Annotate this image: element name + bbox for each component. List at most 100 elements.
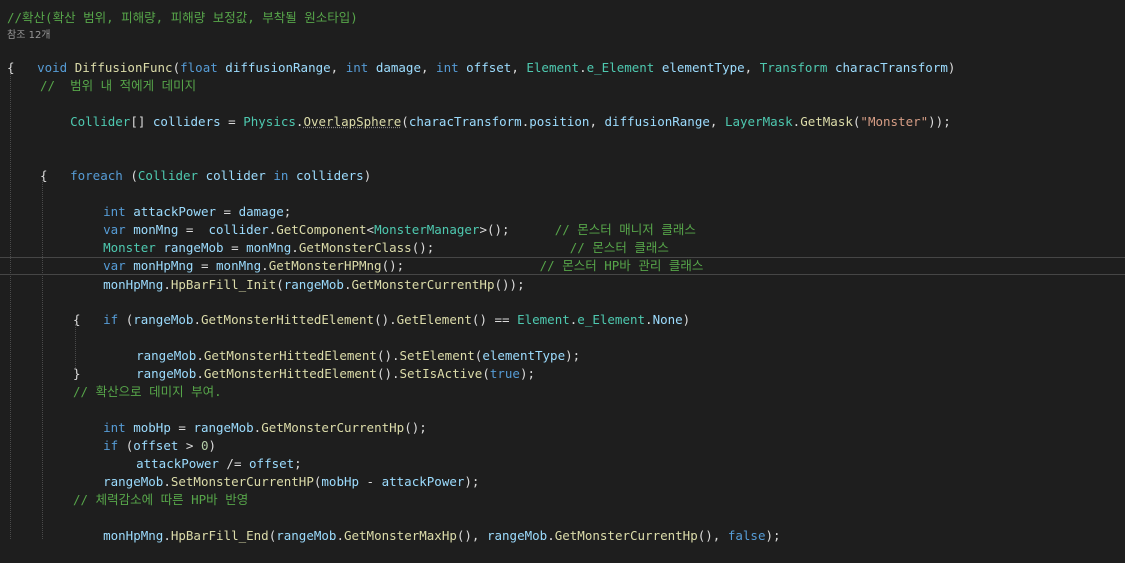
tok: . xyxy=(193,312,201,327)
tok: characTransform xyxy=(408,114,522,129)
code-line-if-offset[interactable]: if (offset > 0) xyxy=(73,419,216,453)
method-summary-comment: //확산(확산 범위, 피해량, 피해량 보정값, 부착될 원소타입) xyxy=(7,10,358,25)
tok: // 확산으로 데미지 부여. xyxy=(73,384,222,399)
tok: GetMask xyxy=(800,114,853,129)
tok: Physics xyxy=(243,114,296,129)
tok: rangeMob xyxy=(136,366,197,381)
tok: GetMonsterCurrentHp xyxy=(554,528,698,543)
tok: ( xyxy=(401,114,409,129)
tok: [] xyxy=(130,114,153,129)
tok: DiffusionFunc xyxy=(74,60,173,75)
code-line-monmng[interactable]: var monMng = collider.GetComponent<Monst… xyxy=(73,203,696,237)
tok: Transform xyxy=(759,60,828,75)
tok: . xyxy=(163,277,171,292)
code-editor[interactable]: //확산(확산 범위, 피해량, 피해량 보정값, 부착될 원소타입) 참조 1… xyxy=(0,0,1125,543)
code-line-setcurrenthp[interactable]: rangeMob.SetMonsterCurrentHP(mobHp - att… xyxy=(73,455,479,489)
code-line-comment[interactable]: // 체력감소에 따른 HP바 반영 xyxy=(73,491,248,509)
tok: } xyxy=(73,366,81,381)
tok: collider xyxy=(205,168,266,183)
tok: , xyxy=(709,114,725,129)
code-line-foreach[interactable]: foreach (Collider collider in colliders) xyxy=(40,149,371,183)
tok: damage xyxy=(375,60,421,75)
code-line-rangemob[interactable]: Monster rangeMob = monMng.GetMonsterClas… xyxy=(73,221,669,255)
tok: { xyxy=(40,168,48,183)
code-line-mobhp[interactable]: int mobHp = rangeMob.GetMonsterCurrentHp… xyxy=(73,401,427,435)
tok: (). xyxy=(376,366,400,381)
tok xyxy=(67,60,75,75)
tok: ( xyxy=(482,366,490,381)
tok: . xyxy=(343,277,352,292)
code-line-if-element[interactable]: if (rangeMob.GetMonsterHittedElement().G… xyxy=(73,293,690,327)
tok xyxy=(654,60,662,75)
tok: Element xyxy=(517,312,570,327)
tok: ); xyxy=(565,348,581,363)
tok: , xyxy=(420,60,437,75)
tok: e_Element xyxy=(586,60,655,75)
tok: . xyxy=(579,60,587,75)
tok: , xyxy=(744,60,760,75)
code-line-method-signature[interactable]: void DiffusionFunc(float diffusionRange,… xyxy=(7,41,955,75)
tok xyxy=(198,168,206,183)
tok: colliders xyxy=(295,168,364,183)
tok: HpBarFill_Init xyxy=(170,277,277,292)
tok: ); xyxy=(765,528,781,543)
tok: rangeMob xyxy=(133,312,194,327)
code-line-monhpmng[interactable]: var monHpMng = monMng.GetMonsterHPMng();… xyxy=(73,239,703,273)
code-line-colliders[interactable]: Collider[] colliders = Physics.OverlapSp… xyxy=(40,95,951,129)
tok: SetIsActive xyxy=(399,366,483,381)
tok: HpBarFill_End xyxy=(170,528,269,543)
tok: rangeMob xyxy=(103,474,164,489)
code-line-attackpower[interactable]: int attackPower = damage; xyxy=(73,185,291,219)
tok xyxy=(827,60,835,75)
code-line-open-brace[interactable]: { xyxy=(7,59,15,77)
tok: , xyxy=(330,60,346,75)
tok: . xyxy=(163,474,171,489)
tok: () == xyxy=(471,312,518,327)
tok: ( xyxy=(276,277,284,292)
code-line-divide[interactable]: attackPower /= offset; xyxy=(106,437,302,471)
tok: . xyxy=(645,312,653,327)
tok: GetMonsterCurrentHp xyxy=(351,277,495,292)
code-line-comment[interactable]: // 범위 내 적에게 데미지 xyxy=(40,77,196,95)
tok: , xyxy=(589,114,605,129)
tok: monHpMng xyxy=(103,277,164,292)
tok: // 체력감소에 따른 HP바 반영 xyxy=(73,492,249,507)
code-line-close-brace[interactable]: } xyxy=(73,365,81,383)
tok: colliders xyxy=(152,114,221,129)
tok: , xyxy=(511,60,527,75)
tok: void xyxy=(37,60,68,75)
tok: ( xyxy=(118,312,134,327)
tok: { xyxy=(73,312,81,327)
code-line-open-brace[interactable]: { xyxy=(73,311,81,329)
tok: (). xyxy=(374,312,397,327)
code-line-open-brace[interactable]: { xyxy=(40,167,48,185)
tok: SetMonsterCurrentHP xyxy=(170,474,314,489)
tok: ) xyxy=(363,168,372,183)
tok: rangeMob xyxy=(486,528,548,543)
code-line-setelement[interactable]: rangeMob.GetMonsterHittedElement().SetEl… xyxy=(106,329,580,363)
tok: ( xyxy=(172,60,181,75)
tok: (), xyxy=(697,528,728,543)
tok: ); xyxy=(464,474,480,489)
tok: ) xyxy=(682,312,691,327)
tok: float xyxy=(180,60,218,75)
tok: . xyxy=(163,528,171,543)
current-line-highlight[interactable]: monHpMng.HpBarFill_Init(rangeMob.GetMons… xyxy=(0,257,1125,292)
tok: false xyxy=(727,528,766,543)
tok: e_Element xyxy=(577,312,646,327)
tok: Collider xyxy=(137,168,199,183)
tok: position xyxy=(529,114,590,129)
tok: monHpMng xyxy=(103,528,164,543)
tok: Collider xyxy=(70,114,131,129)
tok: GetMonsterHittedElement xyxy=(203,366,377,381)
tok: int xyxy=(345,60,369,75)
code-line-comment[interactable]: // 확산으로 데미지 부여. xyxy=(73,383,222,401)
tok: OverlapSphere xyxy=(303,114,402,129)
tok: (), xyxy=(456,528,487,543)
tok: - xyxy=(359,474,382,489)
tok: (); xyxy=(404,420,427,435)
tok: )); xyxy=(928,114,951,129)
tok: characTransform xyxy=(834,60,948,75)
code-line-hpbarfill-end[interactable]: monHpMng.HpBarFill_End(rangeMob.GetMonst… xyxy=(73,509,780,543)
code-line-setisactive[interactable]: rangeMob.GetMonsterHittedElement().SetIs… xyxy=(106,347,535,381)
